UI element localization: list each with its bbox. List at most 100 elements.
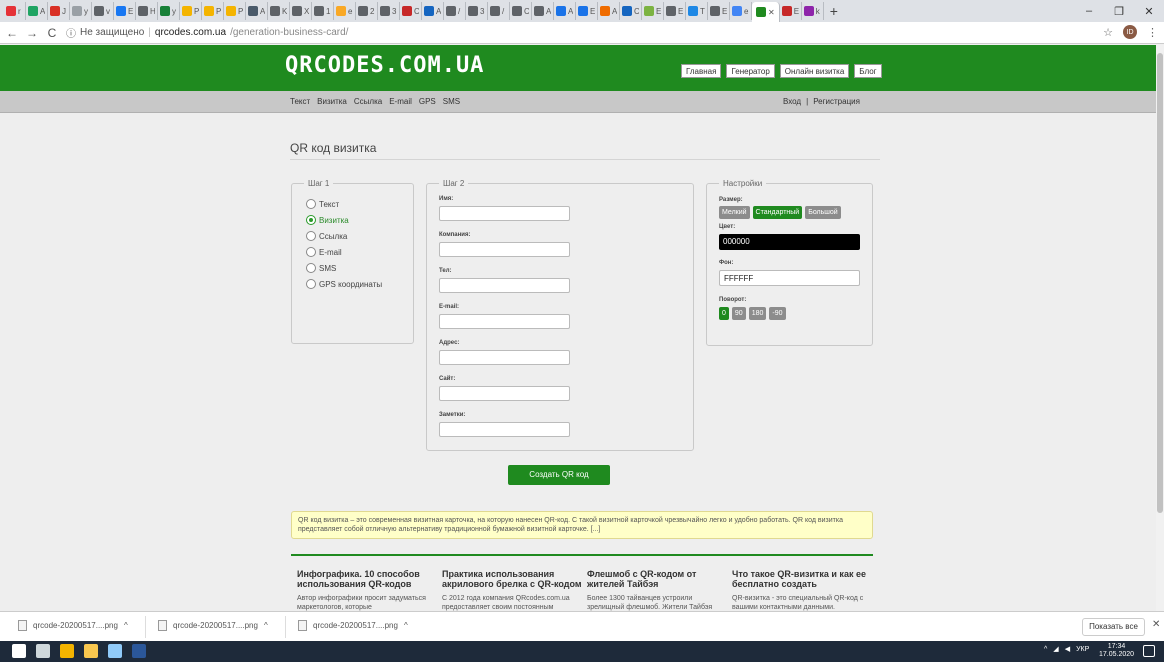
browser-tab[interactable]: P [202,2,224,20]
browser-tab[interactable]: 1 [312,2,334,20]
radio-option[interactable]: Ссылка [306,231,347,241]
download-caret-icon[interactable]: ^ [264,621,268,630]
browser-tab[interactable]: / [444,2,466,20]
rotation-button[interactable]: 90 [731,307,746,320]
network-icon[interactable]: ◢ [1053,645,1058,653]
reload-icon[interactable]: C [46,26,58,40]
rotation-button[interactable]: -90 [769,307,786,320]
browser-tab[interactable]: P [180,2,202,20]
text-input[interactable] [439,278,570,293]
close-tab-icon[interactable]: ✕ [768,8,775,17]
sub-nav-link[interactable]: Визитка [317,97,347,106]
browser-tab[interactable]: A [246,2,268,20]
radio-option[interactable]: Текст [306,199,339,209]
browser-tab[interactable]: A [598,2,620,20]
browser-tab[interactable]: A [532,2,554,20]
top-nav-button[interactable]: Онлайн визитка [779,64,850,78]
site-logo[interactable]: QRCODES.COM.UA [285,53,484,78]
new-tab-button[interactable]: + [830,3,844,19]
menu-icon[interactable]: ⋮ [1147,26,1158,39]
browser-tab[interactable]: e [334,2,356,20]
browser-tab[interactable]: y [70,2,92,20]
text-input[interactable] [439,422,570,437]
radio-option[interactable]: GPS координаты [306,279,382,289]
scrollbar[interactable] [1156,45,1164,611]
radio-option[interactable]: E-mail [306,247,342,257]
download-caret-icon[interactable]: ^ [404,621,408,630]
rotation-button[interactable]: 0 [719,307,729,320]
size-button[interactable]: Большой [805,206,841,219]
sub-nav-link[interactable]: SMS [443,97,460,106]
browser-tab[interactable]: C [510,2,532,20]
info-icon[interactable]: ⓘ [66,25,76,40]
create-qr-button[interactable]: Создать QR код [508,465,610,485]
browser-tab[interactable]: 2 [356,2,378,20]
task-view-icon[interactable] [36,644,50,658]
minimize-button[interactable]: – [1074,5,1104,17]
browser-tab[interactable]: E [708,2,730,20]
size-button[interactable]: Стандартный [752,206,803,219]
notifications-icon[interactable] [1143,645,1155,657]
top-nav-button[interactable]: Блог [854,64,882,78]
browser-tab[interactable]: E [664,2,686,20]
browser-tab[interactable]: J [48,2,70,20]
browser-tab[interactable]: r [4,2,26,20]
show-all-downloads-button[interactable]: Показать все [1082,618,1145,636]
browser-tab[interactable]: 3 [378,2,400,20]
browser-tab[interactable]: C [400,2,422,20]
browser-tab[interactable]: K [268,2,290,20]
browser-tab[interactable]: v [92,2,114,20]
article-title[interactable]: Флешмоб с QR-кодом от жителей Тайбэя [587,569,727,589]
browser-tab[interactable]: 3 [466,2,488,20]
download-item[interactable]: qrcode-20200517....png ^ [18,620,128,631]
browser-tab[interactable]: C [620,2,642,20]
volume-icon[interactable]: ◀ [1065,645,1070,653]
sub-nav-link[interactable]: GPS [419,97,436,106]
back-icon[interactable]: ← [6,26,18,40]
download-item[interactable]: qrcode-20200517....png ^ [298,620,408,631]
article-title[interactable]: Практика использования акрилового брелка… [442,569,582,589]
profile-avatar[interactable]: ID [1123,25,1137,39]
sub-nav-link[interactable]: E-mail [389,97,412,106]
article-title[interactable]: Инфографика. 10 способов использования Q… [297,569,437,589]
close-window-button[interactable]: ✕ [1134,5,1164,18]
browser-tab[interactable]: y [158,2,180,20]
download-caret-icon[interactable]: ^ [124,621,128,630]
browser-tab[interactable]: k [802,2,824,20]
scrollbar-thumb[interactable] [1157,53,1163,513]
sub-nav-link[interactable]: Текст [290,97,310,106]
browser-tab[interactable]: T [686,2,708,20]
restore-button[interactable]: ❐ [1104,5,1134,18]
close-downloads-icon[interactable]: ✕ [1152,619,1160,630]
browser-tab[interactable]: A [554,2,576,20]
sub-nav-link[interactable]: Ссылка [354,97,382,106]
top-nav-button[interactable]: Главная [681,64,722,78]
text-input[interactable] [439,314,570,329]
browser-tab[interactable]: A [422,2,444,20]
browser-tab[interactable]: E [642,2,664,20]
clock[interactable]: 17:34 17.05.2020 [1099,643,1134,659]
chrome-icon[interactable] [60,644,74,658]
background-field[interactable]: FFFFFF [719,270,860,286]
browser-tab[interactable]: A [26,2,48,20]
text-input[interactable] [439,206,570,221]
download-item[interactable]: qrcode-20200517....png ^ [158,620,268,631]
omnibox[interactable]: ⓘ Не защищено | qrcodes.com.ua/generatio… [66,25,348,40]
browser-tab[interactable]: E [114,2,136,20]
word-icon[interactable] [132,644,146,658]
browser-tab[interactable]: P [224,2,246,20]
text-input[interactable] [439,386,570,401]
language-indicator[interactable]: УКР [1076,646,1089,653]
text-input[interactable] [439,242,570,257]
size-button[interactable]: Мелкий [719,206,750,219]
browser-tab[interactable]: e [730,2,752,20]
register-link[interactable]: Регистрация [813,97,860,106]
radio-option[interactable]: SMS [306,263,336,273]
radio-option[interactable]: Визитка [306,215,349,225]
explorer-icon[interactable] [84,644,98,658]
color-field[interactable]: 000000 [719,234,860,250]
bookmark-star-icon[interactable]: ☆ [1103,26,1113,39]
top-nav-button[interactable]: Генератор [726,64,775,78]
text-input[interactable] [439,350,570,365]
browser-tab[interactable]: X [290,2,312,20]
